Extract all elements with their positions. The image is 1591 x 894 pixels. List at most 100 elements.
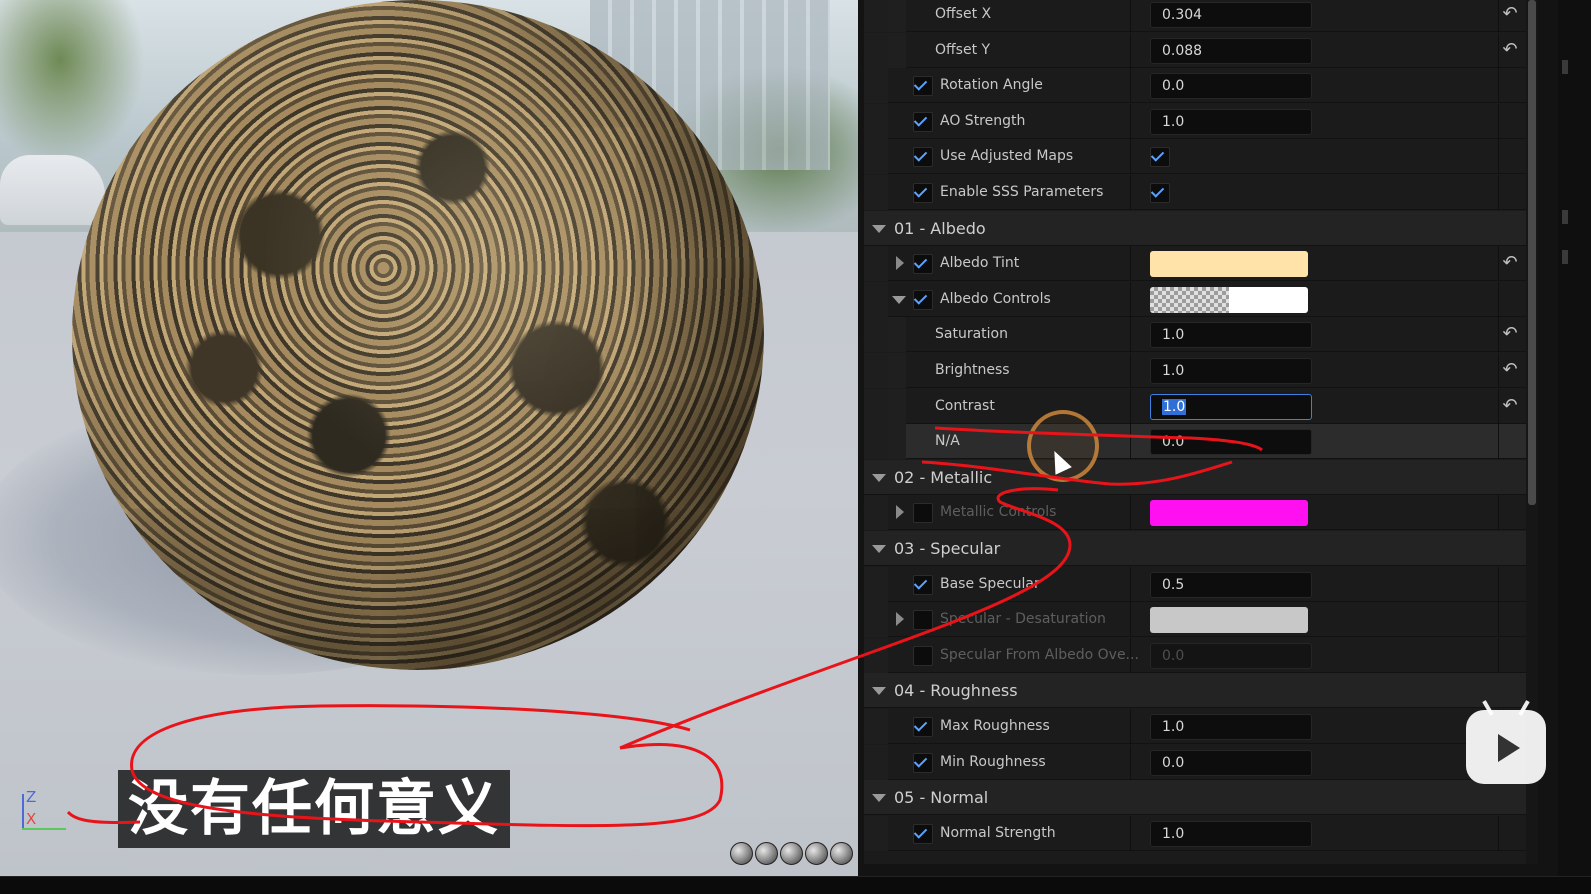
override-checkbox[interactable]	[913, 824, 933, 844]
param-row-normal-strength[interactable]: Normal Strength 1.0	[864, 816, 1526, 851]
value-input[interactable]: 0.088	[1150, 38, 1312, 64]
override-checkbox[interactable]	[913, 290, 933, 310]
param-row-rotation-angle[interactable]: Rotation Angle 0.0	[864, 68, 1526, 103]
override-checkbox[interactable]	[913, 610, 933, 630]
param-row-offset-y[interactable]: Offset Y 0.088 ↶	[864, 33, 1526, 68]
param-row-albedo-tint[interactable]: Albedo Tint ↶	[864, 246, 1526, 281]
param-label: Brightness	[935, 362, 1010, 378]
cylinder-icon[interactable]	[730, 842, 753, 865]
param-row-enable-sss-parameters[interactable]: Enable SSS Parameters	[864, 175, 1526, 210]
param-row-base-specular[interactable]: Base Specular 0.5	[864, 567, 1526, 602]
param-row-ao-strength[interactable]: AO Strength 1.0	[864, 104, 1526, 139]
color-swatch[interactable]	[1150, 251, 1308, 277]
override-checkbox[interactable]	[913, 575, 933, 595]
axis-z-label: Z	[26, 788, 37, 806]
checkmark-icon	[913, 576, 928, 590]
sphere-icon[interactable]	[755, 842, 778, 865]
color-swatch[interactable]	[1150, 287, 1308, 313]
override-checkbox[interactable]	[913, 112, 933, 132]
axis-x-label: X	[26, 810, 37, 828]
category-03-specular[interactable]: 03 - Specular	[864, 531, 1526, 566]
chevron-down-icon[interactable]	[872, 687, 886, 695]
value-text: 1.0	[1162, 114, 1185, 130]
category-01-albedo[interactable]: 01 - Albedo	[864, 211, 1526, 246]
reset-arrow-icon[interactable]: ↶	[1500, 360, 1520, 380]
value-input[interactable]: 1.0	[1150, 394, 1312, 420]
param-row-use-adjusted-maps[interactable]: Use Adjusted Maps	[864, 139, 1526, 174]
chevron-down-icon[interactable]	[872, 794, 886, 802]
value-input[interactable]: 0.0	[1150, 750, 1312, 776]
override-checkbox[interactable]	[913, 717, 933, 737]
param-label: AO Strength	[940, 113, 1026, 129]
param-row-albedo-controls[interactable]: Albedo Controls	[864, 282, 1526, 317]
value-input[interactable]: 1.0	[1150, 821, 1312, 847]
override-checkbox[interactable]	[913, 646, 933, 666]
param-row-contrast[interactable]: Contrast 1.0 ↶	[864, 389, 1526, 424]
chevron-down-icon[interactable]	[872, 545, 886, 553]
value-input[interactable]: 1.0	[1150, 322, 1312, 348]
value-input[interactable]: 0.5	[1150, 572, 1312, 598]
chevron-right-icon[interactable]	[896, 505, 904, 519]
value-input[interactable]: 1.0	[1150, 358, 1312, 384]
param-row-metallic-controls[interactable]: Metallic Controls	[864, 495, 1526, 530]
param-row-max-roughness[interactable]: Max Roughness 1.0	[864, 709, 1526, 744]
value-input[interactable]: 0.0	[1150, 73, 1312, 99]
param-label: Specular - Desaturation	[940, 611, 1106, 627]
material-details-panel: Offset X 0.304 ↶ Offset Y 0.088 ↶ Rotation Ang…	[858, 0, 1591, 876]
category-04-roughness[interactable]: 04 - Roughness	[864, 673, 1526, 708]
override-checkbox[interactable]	[913, 503, 933, 523]
param-row-n-a[interactable]: N/A 0.0	[864, 424, 1526, 459]
reset-arrow-icon[interactable]: ↶	[1500, 324, 1520, 344]
override-checkbox[interactable]	[913, 254, 933, 274]
param-row-offset-x[interactable]: Offset X 0.304 ↶	[864, 0, 1526, 32]
chevron-down-icon[interactable]	[892, 296, 906, 304]
reset-arrow-icon[interactable]: ↶	[1500, 253, 1520, 273]
param-row-brightness[interactable]: Brightness 1.0 ↶	[864, 353, 1526, 388]
color-swatch[interactable]	[1150, 607, 1308, 633]
value-text: 0.0	[1162, 434, 1185, 450]
category-label: 03 - Specular	[894, 539, 1001, 558]
override-checkbox[interactable]	[913, 753, 933, 773]
category-05-normal[interactable]: 05 - Normal	[864, 780, 1526, 815]
checkmark-icon	[913, 77, 928, 91]
chevron-right-icon[interactable]	[896, 256, 904, 270]
category-02-metallic[interactable]: 02 - Metallic	[864, 460, 1526, 495]
chevron-right-icon[interactable]	[896, 612, 904, 626]
material-preview-sphere	[72, 0, 764, 670]
param-row-specular-from-albedo-ove[interactable]: Specular From Albedo Ove... 0.0	[864, 638, 1526, 673]
value-checkbox[interactable]	[1150, 183, 1170, 203]
reset-arrow-icon[interactable]: ↶	[1500, 40, 1520, 60]
value-text: 1.0	[1162, 719, 1185, 735]
override-checkbox[interactable]	[913, 76, 933, 96]
param-row-specular-desaturation[interactable]: Specular - Desaturation	[864, 602, 1526, 637]
value-input[interactable]: 0.0	[1150, 429, 1312, 455]
chevron-down-icon[interactable]	[872, 225, 886, 233]
value-input[interactable]: 1.0	[1150, 109, 1312, 135]
plane-icon[interactable]	[780, 842, 803, 865]
param-row-min-roughness[interactable]: Min Roughness 0.0	[864, 745, 1526, 780]
cube-icon[interactable]	[805, 842, 828, 865]
value-input[interactable]: 1.0	[1150, 714, 1312, 740]
reset-arrow-icon[interactable]: ↶	[1500, 396, 1520, 416]
category-label: 05 - Normal	[894, 788, 989, 807]
chevron-down-icon[interactable]	[872, 474, 886, 482]
background-car	[0, 155, 105, 225]
value-text: 1.0	[1162, 363, 1185, 379]
value-text: 0.0	[1162, 755, 1185, 771]
scrollbar-thumb[interactable]	[1528, 0, 1536, 505]
material-preview-viewport[interactable]: Z X 没有任何意义	[0, 0, 858, 876]
value-input[interactable]: 0.0	[1150, 643, 1312, 669]
value-text: 1.0	[1162, 826, 1185, 842]
param-row-saturation[interactable]: Saturation 1.0 ↶	[864, 317, 1526, 352]
reset-arrow-icon[interactable]: ↶	[1500, 4, 1520, 24]
override-checkbox[interactable]	[913, 183, 933, 203]
checkmark-icon	[913, 255, 928, 269]
param-label: Offset Y	[935, 42, 991, 58]
teapot-icon[interactable]	[830, 842, 853, 865]
param-label: Metallic Controls	[940, 504, 1057, 520]
value-checkbox[interactable]	[1150, 147, 1170, 167]
value-text: 0.0	[1162, 648, 1185, 664]
value-input[interactable]: 0.304	[1150, 2, 1312, 28]
color-swatch[interactable]	[1150, 500, 1308, 526]
override-checkbox[interactable]	[913, 147, 933, 167]
